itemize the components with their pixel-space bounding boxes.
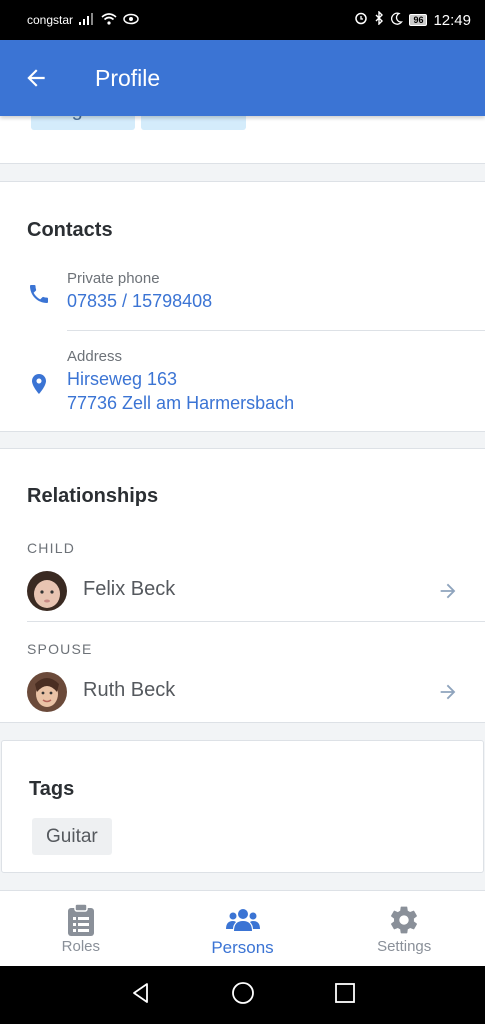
carrier-name: congstar	[27, 13, 74, 27]
back-button[interactable]	[0, 40, 74, 116]
phone-icon	[27, 282, 51, 311]
eye-icon	[123, 13, 139, 28]
system-home-icon[interactable]	[231, 981, 255, 1010]
moon-icon	[390, 12, 404, 29]
gear-icon	[388, 902, 420, 938]
arrow-right-icon	[437, 681, 459, 708]
group-chip[interactable]: Mitglied	[31, 116, 135, 130]
arrow-right-icon	[437, 580, 459, 607]
nav-settings-label: Settings	[377, 938, 432, 955]
tags-title: Tags	[29, 778, 75, 800]
relationship-type-label: CHILD	[27, 540, 76, 556]
address-label: Address	[67, 348, 123, 365]
nav-roles[interactable]: Roles	[0, 891, 162, 966]
nav-settings[interactable]: Settings	[323, 891, 485, 966]
profile-content[interactable]: Mitglied Zentrale Contacts Private phone…	[0, 116, 485, 890]
tag-chip[interactable]: Guitar	[32, 818, 112, 855]
app-bar: Profile	[0, 40, 485, 116]
phone-value[interactable]: 07835 / 15798408	[67, 289, 212, 313]
address-line1[interactable]: Hirseweg 163	[67, 367, 177, 391]
bottom-navigation: Roles Persons Settings	[0, 890, 485, 966]
relationships-title: Relationships	[27, 485, 159, 507]
page-title: Profile	[95, 64, 161, 91]
system-navigation-bar	[0, 966, 485, 1024]
address-row[interactable]: Address Hirseweg 163 77736 Zell am Harme…	[0, 344, 485, 424]
location-pin-icon	[27, 372, 51, 401]
battery-icon: 96	[409, 14, 428, 26]
relationship-type-label: SPOUSE	[27, 641, 93, 657]
relationship-name: Felix Beck	[83, 578, 176, 600]
phone-label: Private phone	[67, 270, 160, 287]
relationship-name: Ruth Beck	[83, 679, 176, 701]
status-bar: congstar 96 12:49	[0, 0, 485, 40]
arrow-left-icon	[27, 69, 45, 87]
tags-card: Tags Guitar	[1, 740, 484, 873]
avatar	[27, 672, 67, 712]
clipboard-icon	[67, 902, 95, 938]
relationship-row-child[interactable]: Felix Beck	[0, 563, 485, 619]
nav-persons-label: Persons	[211, 938, 274, 957]
nav-persons[interactable]: Persons	[162, 891, 324, 966]
signal-icon	[79, 12, 95, 28]
contacts-card: Contacts Private phone 07835 / 15798408 …	[0, 181, 485, 432]
phone-row[interactable]: Private phone 07835 / 15798408	[0, 267, 485, 331]
groups-card: Mitglied Zentrale	[0, 116, 485, 164]
avatar	[27, 571, 67, 611]
people-icon	[225, 902, 260, 938]
clock-time: 12:49	[433, 11, 471, 29]
contacts-title: Contacts	[27, 219, 113, 241]
bluetooth-icon	[374, 10, 384, 29]
relationships-card: Relationships CHILD Felix Beck SPOUSE Ru…	[0, 448, 485, 723]
address-line2[interactable]: 77736 Zell am Harmersbach	[67, 391, 294, 415]
alarm-icon	[354, 11, 368, 29]
relationship-row-spouse[interactable]: Ruth Beck	[0, 664, 485, 720]
system-back-icon[interactable]	[130, 982, 152, 1009]
nav-roles-label: Roles	[61, 938, 101, 955]
relationship-divider	[27, 621, 485, 622]
system-recents-icon[interactable]	[334, 982, 356, 1009]
contact-divider	[67, 330, 485, 331]
wifi-icon	[101, 12, 117, 28]
group-chip[interactable]: Zentrale	[141, 116, 246, 130]
